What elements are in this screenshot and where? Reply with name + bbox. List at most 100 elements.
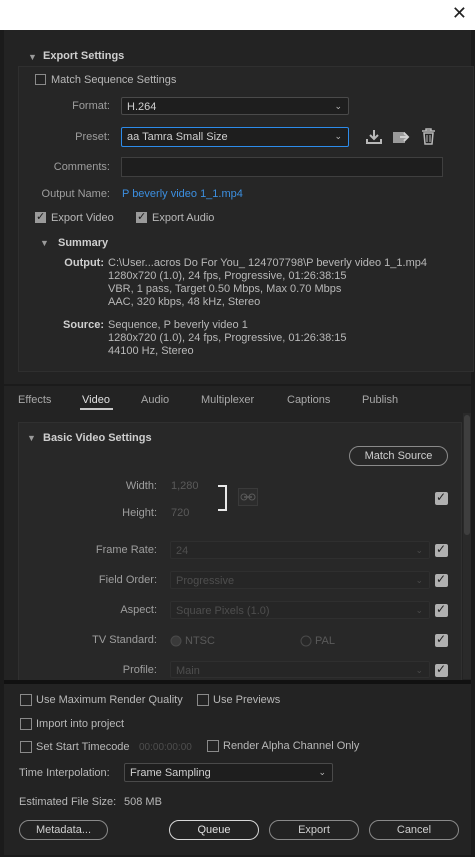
comments-label: Comments: bbox=[53, 161, 110, 173]
start-timecode-value[interactable]: 00:00:00:00 bbox=[139, 742, 192, 753]
comments-input[interactable] bbox=[121, 157, 443, 177]
summary-source-line: 1280x720 (1.0), 24 fps, Progressive, 01:… bbox=[108, 332, 347, 344]
tv-standard-label: TV Standard: bbox=[92, 634, 157, 646]
pal-radio[interactable] bbox=[300, 635, 312, 647]
collapse-triangle-icon[interactable]: ▼ bbox=[28, 52, 37, 62]
summary-title: Summary bbox=[58, 237, 109, 249]
chevron-down-icon: ⌄ bbox=[415, 576, 423, 586]
chain-link-icon[interactable] bbox=[238, 488, 258, 506]
preset-value: aa Tamra Small Size bbox=[127, 131, 228, 143]
preset-label: Preset: bbox=[75, 131, 110, 143]
save-preset-icon[interactable] bbox=[365, 129, 383, 145]
frame-rate-dropdown[interactable]: 24 ⌄ bbox=[170, 541, 430, 559]
aspect-label: Aspect: bbox=[120, 604, 157, 616]
tv-standard-checkbox[interactable] bbox=[435, 632, 448, 647]
max-render-quality-checkbox[interactable] bbox=[20, 694, 32, 706]
active-tab-indicator bbox=[80, 408, 113, 410]
summary-source-text: Sequence, P beverly video 1 1280x720 (1.… bbox=[108, 319, 347, 358]
tab-video[interactable]: Video bbox=[82, 394, 110, 406]
preset-dropdown[interactable]: aa Tamra Small Size ⌄ bbox=[121, 127, 349, 147]
frame-rate-checkbox[interactable] bbox=[435, 542, 448, 557]
pal-label: PAL bbox=[315, 635, 335, 647]
summary-output-line: AAC, 320 kbps, 48 kHz, Stereo bbox=[108, 296, 261, 308]
tab-publish[interactable]: Publish bbox=[362, 394, 398, 406]
field-order-dropdown[interactable]: Progressive ⌄ bbox=[170, 571, 430, 589]
dimensions-checkbox[interactable] bbox=[435, 490, 448, 505]
title-bar: ✕ bbox=[0, 0, 475, 30]
tab-multiplexer[interactable]: Multiplexer bbox=[201, 394, 254, 406]
collapse-triangle-icon[interactable]: ▼ bbox=[40, 238, 49, 248]
format-dropdown[interactable]: H.264 ⌄ bbox=[121, 97, 349, 115]
scrollbar-thumb[interactable] bbox=[464, 415, 470, 535]
profile-dropdown[interactable]: Main ⌄ bbox=[170, 661, 430, 678]
format-value: H.264 bbox=[127, 101, 157, 113]
field-order-value: Progressive bbox=[176, 575, 235, 587]
start-timecode-checkbox[interactable] bbox=[20, 741, 32, 753]
aspect-dropdown[interactable]: Square Pixels (1.0) ⌄ bbox=[170, 601, 430, 619]
frame-rate-value: 24 bbox=[176, 545, 189, 557]
output-name-label: Output Name: bbox=[41, 188, 110, 200]
export-video-checkbox[interactable] bbox=[35, 210, 46, 223]
output-name-link[interactable]: P beverly video 1_1.mp4 bbox=[122, 188, 243, 200]
basic-video-settings-title: Basic Video Settings bbox=[43, 432, 152, 444]
import-preset-icon[interactable] bbox=[392, 129, 410, 145]
summary-output-line: VBR, 1 pass, Target 0.50 Mbps, Max 0.70 … bbox=[108, 283, 342, 295]
export-video-label: Export Video bbox=[51, 212, 114, 224]
aspect-value: Square Pixels (1.0) bbox=[176, 605, 270, 617]
frame-rate-label: Frame Rate: bbox=[95, 544, 157, 556]
aspect-checkbox[interactable] bbox=[435, 602, 448, 617]
tab-audio[interactable]: Audio bbox=[141, 394, 169, 406]
ntsc-radio[interactable] bbox=[170, 635, 182, 647]
width-value[interactable]: 1,280 bbox=[171, 480, 199, 492]
export-audio-label: Export Audio bbox=[152, 212, 215, 224]
match-sequence-label: Match Sequence Settings bbox=[51, 74, 177, 86]
time-interpolation-value: Frame Sampling bbox=[130, 767, 211, 779]
estimated-file-size-value: 508 MB bbox=[124, 796, 162, 808]
render-alpha-checkbox[interactable] bbox=[207, 740, 219, 752]
render-alpha-label: Render Alpha Channel Only bbox=[223, 740, 360, 752]
field-order-label: Field Order: bbox=[98, 574, 157, 586]
collapse-triangle-icon[interactable]: ▼ bbox=[27, 433, 36, 443]
metadata-button[interactable]: Metadata... bbox=[19, 820, 108, 840]
chevron-down-icon: ⌄ bbox=[415, 606, 423, 616]
profile-checkbox[interactable] bbox=[435, 662, 448, 677]
match-source-button[interactable]: Match Source bbox=[349, 446, 448, 466]
use-previews-checkbox[interactable] bbox=[197, 694, 209, 706]
cancel-button[interactable]: Cancel bbox=[369, 820, 459, 840]
summary-source-line: 44100 Hz, Stereo bbox=[108, 345, 194, 357]
export-settings-title: Export Settings bbox=[43, 50, 125, 62]
width-label: Width: bbox=[125, 480, 157, 492]
time-interpolation-dropdown[interactable]: Frame Sampling ⌄ bbox=[124, 763, 333, 782]
summary-output-text: C:\User...acros Do For You_ 124707798\P … bbox=[108, 257, 427, 309]
field-order-checkbox[interactable] bbox=[435, 572, 448, 587]
chevron-down-icon: ⌄ bbox=[415, 666, 423, 676]
max-render-quality-label: Use Maximum Render Quality bbox=[36, 694, 183, 706]
chevron-down-icon: ⌄ bbox=[415, 546, 423, 556]
delete-preset-icon[interactable] bbox=[421, 128, 436, 145]
profile-label: Profile: bbox=[122, 664, 157, 676]
summary-output-label: Output: bbox=[64, 257, 104, 269]
summary-source-line: Sequence, P beverly video 1 bbox=[108, 319, 248, 331]
video-settings-scrollbar[interactable] bbox=[463, 413, 471, 679]
chevron-down-icon: ⌄ bbox=[334, 102, 342, 112]
estimated-file-size-label: Estimated File Size: bbox=[19, 796, 117, 808]
export-button[interactable]: Export bbox=[269, 820, 359, 840]
export-audio-checkbox[interactable] bbox=[136, 210, 147, 223]
profile-value: Main bbox=[176, 665, 200, 677]
tab-captions[interactable]: Captions bbox=[287, 394, 330, 406]
import-into-project-checkbox[interactable] bbox=[20, 718, 32, 730]
queue-button[interactable]: Queue bbox=[169, 820, 259, 840]
height-value[interactable]: 720 bbox=[171, 507, 189, 519]
close-icon[interactable]: ✕ bbox=[452, 4, 467, 24]
use-previews-label: Use Previews bbox=[213, 694, 281, 706]
tab-effects[interactable]: Effects bbox=[18, 394, 51, 406]
height-label: Height: bbox=[122, 507, 157, 519]
summary-output-line: 1280x720 (1.0), 24 fps, Progressive, 01:… bbox=[108, 270, 347, 282]
start-timecode-label: Set Start Timecode bbox=[36, 741, 130, 753]
summary-output-line: C:\User...acros Do For You_ 124707798\P … bbox=[108, 257, 427, 269]
chevron-down-icon: ⌄ bbox=[334, 132, 342, 142]
time-interpolation-label: Time Interpolation: bbox=[19, 767, 110, 779]
link-bracket-icon bbox=[218, 485, 227, 511]
format-label: Format: bbox=[72, 100, 110, 112]
match-sequence-checkbox[interactable] bbox=[35, 74, 46, 85]
